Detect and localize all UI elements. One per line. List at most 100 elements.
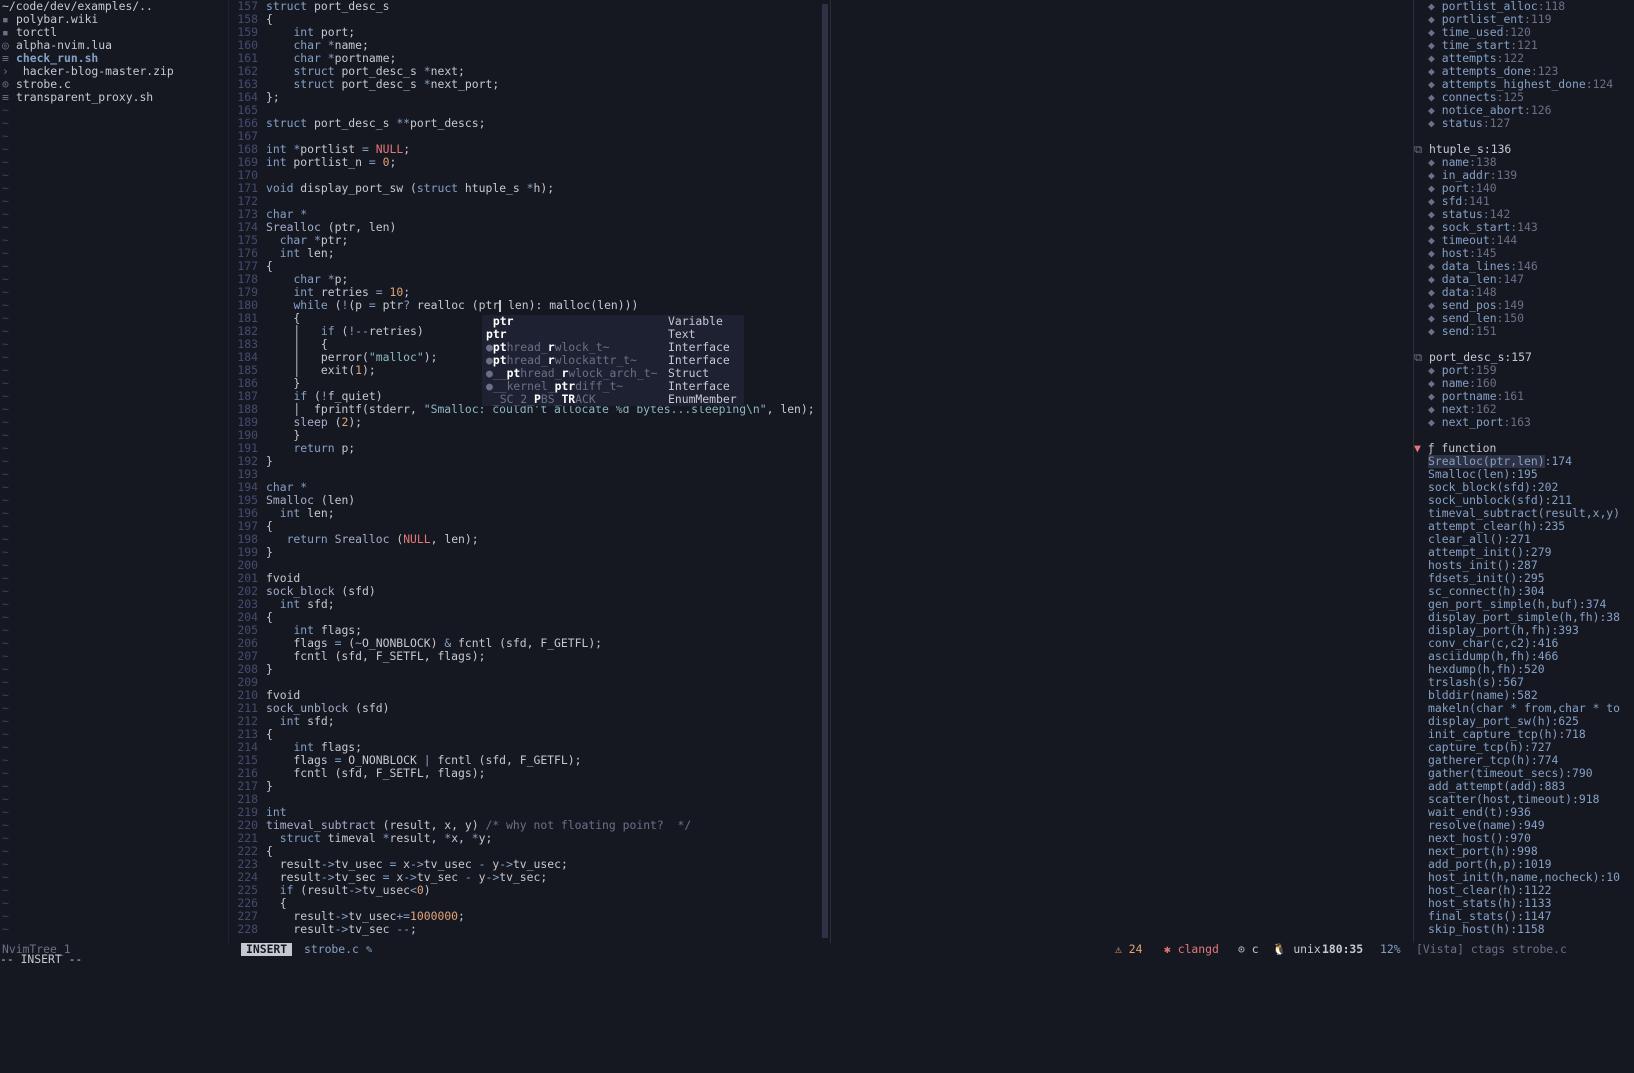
code-line[interactable]: 196 int len; xyxy=(230,507,830,520)
outline-member[interactable]: ◆ sfd:141 xyxy=(1414,195,1634,208)
code-line[interactable]: 213 { xyxy=(230,728,830,741)
code-line[interactable]: 161 char *portname; xyxy=(230,52,830,65)
code-line[interactable]: 223 result->tv_usec = x->tv_usec - y->tv… xyxy=(230,858,830,871)
outline-member[interactable]: ◆ send:151 xyxy=(1414,325,1634,338)
code-line[interactable]: 221 struct timeval *result, *x, *y; xyxy=(230,832,830,845)
outline-function[interactable]: gen_port_simple(h,buf):374 xyxy=(1414,598,1634,611)
outline-struct-header[interactable]: ⧉ port_desc_s:157 xyxy=(1414,351,1634,364)
code-line[interactable]: 202 sock_block (sfd) xyxy=(230,585,830,598)
outline-member[interactable]: ◆ send_pos:149 xyxy=(1414,299,1634,312)
code-line[interactable]: 201 fvoid xyxy=(230,572,830,585)
outline-member[interactable]: ◆ name:138 xyxy=(1414,156,1634,169)
code-line[interactable]: 224 result->tv_sec = x->tv_sec - y->tv_s… xyxy=(230,871,830,884)
code-line[interactable]: 175 char *ptr; xyxy=(230,234,830,247)
editor-pane[interactable]: 157 struct port_desc_s 158{159 int port; 16… xyxy=(230,0,830,943)
outline-function[interactable]: hexdump(h,fh):520 xyxy=(1414,663,1634,676)
code-line[interactable]: 170 xyxy=(230,169,830,182)
code-line[interactable]: 227 result->tv_usec+=1000000; xyxy=(230,910,830,923)
code-line[interactable]: 198 return Srealloc (NULL, len); xyxy=(230,533,830,546)
empty-split-pane[interactable] xyxy=(830,0,1413,943)
outline-member[interactable]: ◆ in_addr:139 xyxy=(1414,169,1634,182)
outline-function[interactable]: capture_tcp(h):727 xyxy=(1414,741,1634,754)
outline-function[interactable]: fdsets_init():295 xyxy=(1414,572,1634,585)
code-line[interactable]: 169 int portlist_n = 0; xyxy=(230,156,830,169)
code-line[interactable]: 194 char * xyxy=(230,481,830,494)
outline-member[interactable]: ◆ attempts_highest_done:124 xyxy=(1414,78,1634,91)
outline-member[interactable]: ◆ status:142 xyxy=(1414,208,1634,221)
completion-popup[interactable]: ptr Variable ptr Text ●pthread_rwlock_t~ Inte… xyxy=(482,315,744,406)
tree-item[interactable]: ⊙ strobe.c xyxy=(0,78,228,91)
completion-item[interactable]: ptr Variable xyxy=(482,315,744,328)
outline-member[interactable]: ◆ notice_abort:126 xyxy=(1414,104,1634,117)
code-line[interactable]: 191 return p; xyxy=(230,442,830,455)
outline-member[interactable]: ◆ portname:161 xyxy=(1414,390,1634,403)
code-line[interactable]: 200 xyxy=(230,559,830,572)
code-line[interactable]: 222 { xyxy=(230,845,830,858)
code-line[interactable]: 177 { xyxy=(230,260,830,273)
outline-member[interactable]: ◆ connects:125 xyxy=(1414,91,1634,104)
outline-member[interactable]: ◆ data:148 xyxy=(1414,286,1634,299)
code-line[interactable]: 173 char * xyxy=(230,208,830,221)
outline-member[interactable]: ◆ timeout:144 xyxy=(1414,234,1634,247)
outline-function[interactable]: add_attempt(add):883 xyxy=(1414,780,1634,793)
code-line[interactable]: 179 int retries = 10; xyxy=(230,286,830,299)
outline-function[interactable]: sock_unblock(sfd):211 xyxy=(1414,494,1634,507)
code-line[interactable]: 189 sleep (2); xyxy=(230,416,830,429)
outline-member[interactable]: ◆ data_lines:146 xyxy=(1414,260,1634,273)
code-line[interactable]: 164}; xyxy=(230,91,830,104)
outline-function[interactable]: add_port(h,p):1019 xyxy=(1414,858,1634,871)
code-line[interactable]: 215 flags = O_NONBLOCK | fcntl (sfd, F_G… xyxy=(230,754,830,767)
outline-function[interactable]: sc_connect(h):304 xyxy=(1414,585,1634,598)
code-line[interactable]: 163 struct port_desc_s *next_port; xyxy=(230,78,830,91)
code-line[interactable]: 212 int sfd; xyxy=(230,715,830,728)
outline-member[interactable]: ◆ port:140 xyxy=(1414,182,1634,195)
code-line[interactable]: 192} xyxy=(230,455,830,468)
code-line[interactable]: 226 { xyxy=(230,897,830,910)
code-line[interactable]: 209 xyxy=(230,676,830,689)
outline-function[interactable]: host_stats(h):1133 xyxy=(1414,897,1634,910)
code-line[interactable]: 172 xyxy=(230,195,830,208)
outline-function[interactable]: Srealloc(ptr,len):174 xyxy=(1414,455,1634,468)
outline-member[interactable]: ◆ time_used:120 xyxy=(1414,26,1634,39)
outline-member[interactable]: ◆ portlist_alloc:118 xyxy=(1414,0,1634,13)
code-line[interactable]: 195 Smalloc (len) xyxy=(230,494,830,507)
outline-function[interactable]: next_host():970 xyxy=(1414,832,1634,845)
file-tree-pane[interactable]: ~/code/dev/examples/.. ▪ polybar.wiki ▪ tor… xyxy=(0,0,228,943)
outline-function[interactable]: clear_all():271 xyxy=(1414,533,1634,546)
code-line[interactable]: 220 timeval_subtract (result, x, y) /* wh… xyxy=(230,819,830,832)
code-line[interactable]: 174 Srealloc (ptr, len) xyxy=(230,221,830,234)
outline-function[interactable]: makeln(char * from,char * to xyxy=(1414,702,1634,715)
code-line[interactable]: 193 xyxy=(230,468,830,481)
outline-function[interactable]: display_port_simple(h,fh):38 xyxy=(1414,611,1634,624)
tree-item[interactable]: ▪ polybar.wiki xyxy=(0,13,228,26)
code-line[interactable]: 168 int *portlist = NULL; xyxy=(230,143,830,156)
code-line[interactable]: 178 char *p; xyxy=(230,273,830,286)
outline-function[interactable]: conv_char(c,c2):416 xyxy=(1414,637,1634,650)
outline-function[interactable]: asciidump(h,fh):466 xyxy=(1414,650,1634,663)
code-line[interactable]: 207 fcntl (sfd, F_SETFL, flags); xyxy=(230,650,830,663)
outline-member[interactable]: ◆ send_len:150 xyxy=(1414,312,1634,325)
code-line[interactable]: 157 struct port_desc_s xyxy=(230,0,830,13)
outline-member[interactable]: ◆ sock_start:143 xyxy=(1414,221,1634,234)
outline-member[interactable]: ◆ next:162 xyxy=(1414,403,1634,416)
code-line[interactable]: 159 int port; xyxy=(230,26,830,39)
outline-member[interactable]: ◆ next_port:163 xyxy=(1414,416,1634,429)
outline-function[interactable]: gatherer_tcp(h):774 xyxy=(1414,754,1634,767)
code-line[interactable]: 199} xyxy=(230,546,830,559)
completion-item[interactable]: _SC_2_PBS_TRACK EnumMember xyxy=(482,393,744,406)
outline-function[interactable]: host_init(h,name,nocheck):10 xyxy=(1414,871,1634,884)
outline-function[interactable]: display_port(h,fh):393 xyxy=(1414,624,1634,637)
code-line[interactable]: 160 char *name; xyxy=(230,39,830,52)
outline-function[interactable]: host_clear(h):1122 xyxy=(1414,884,1634,897)
outline-member[interactable]: ◆ data_len:147 xyxy=(1414,273,1634,286)
code-line[interactable]: 162 struct port_desc_s *next; xyxy=(230,65,830,78)
outline-member[interactable]: ◆ time_start:121 xyxy=(1414,39,1634,52)
outline-member[interactable]: ◆ portlist_ent:119 xyxy=(1414,13,1634,26)
code-line[interactable]: 214 int flags; xyxy=(230,741,830,754)
code-line[interactable]: 228 result->tv_sec --; xyxy=(230,923,830,936)
tree-item[interactable]: ◎ alpha-nvim.lua xyxy=(0,39,228,52)
code-line[interactable]: 206 flags = (~O_NONBLOCK) & fcntl (sfd, … xyxy=(230,637,830,650)
code-line[interactable]: 218 xyxy=(230,793,830,806)
outline-function[interactable]: attempt_init():279 xyxy=(1414,546,1634,559)
code-line[interactable]: 203 int sfd; xyxy=(230,598,830,611)
